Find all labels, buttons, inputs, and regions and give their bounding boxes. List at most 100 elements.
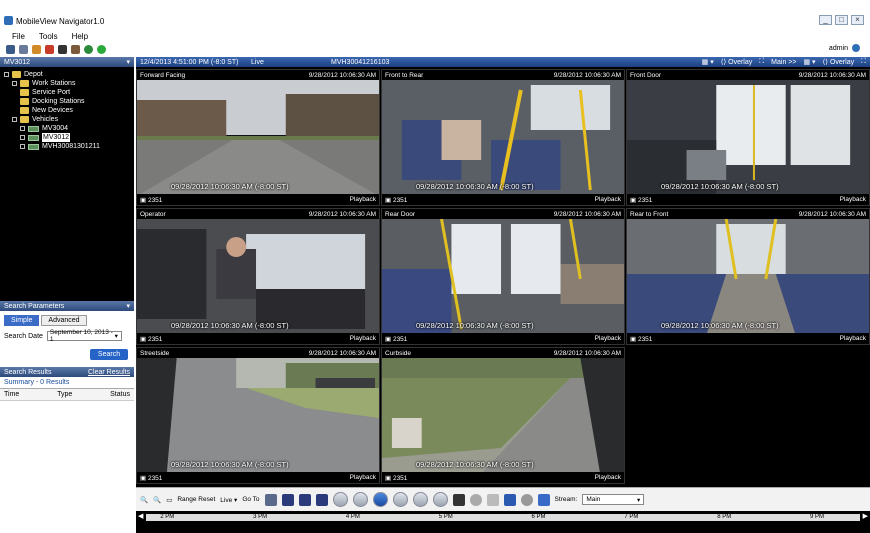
info-icon[interactable]: [520, 493, 533, 506]
settings-icon[interactable]: [469, 493, 482, 506]
camera-tile-forward-facing[interactable]: Forward Facing 9/28/2012 10:06:30 AM 09/2…: [136, 69, 380, 206]
tree-item-mv3012[interactable]: MV3012: [4, 133, 130, 142]
search-date-picker[interactable]: September 10, 2013 - 1 ▾: [46, 329, 122, 343]
expand-icon[interactable]: [20, 144, 25, 149]
tree-item-docking-stations[interactable]: Docking Stations: [4, 97, 130, 106]
play-button[interactable]: [392, 492, 408, 507]
menu-help[interactable]: Help: [72, 32, 88, 41]
connect-icon[interactable]: [84, 44, 93, 54]
bus-icon: [28, 143, 39, 150]
camera-tile-operator[interactable]: Operator 9/28/2012 10:06:30 AM 09/28/2012…: [136, 208, 380, 345]
tree-item-label: Docking Stations: [32, 98, 85, 105]
grid-icon[interactable]: ▦ ▾: [803, 58, 815, 66]
menu-tools[interactable]: Tools: [39, 32, 58, 41]
search-parameters-header[interactable]: Search Parameters ▾: [0, 301, 134, 311]
search-results-panel: Search Results Clear Results Summary - 0…: [0, 367, 134, 533]
camera-tile-header: Front to Rear 9/28/2012 10:06:30 AM: [382, 70, 624, 80]
zoom-in-icon[interactable]: 🔍: [140, 496, 148, 504]
audio-cam-icon[interactable]: [315, 493, 328, 506]
view-selector[interactable]: Main >>: [771, 59, 796, 66]
user-icon[interactable]: [852, 44, 860, 52]
column-time[interactable]: Time: [4, 391, 19, 398]
mute-icon[interactable]: [281, 493, 294, 506]
trash-icon[interactable]: [537, 493, 550, 506]
vehicle-selector[interactable]: MV3012 ▾: [0, 57, 134, 67]
fast-forward-button[interactable]: [412, 492, 428, 507]
mute-icon-2[interactable]: [298, 493, 311, 506]
column-type[interactable]: Type: [57, 391, 72, 398]
status-icon[interactable]: [97, 44, 106, 54]
folder-icon: [20, 116, 29, 123]
collapse-icon[interactable]: [12, 117, 17, 122]
overlay-toggle-2[interactable]: ⟨⟩ Overlay: [823, 58, 855, 66]
camera-tile-footer: ▣ 2351 Playback: [627, 333, 869, 344]
close-button[interactable]: ×: [851, 15, 864, 25]
playback-link[interactable]: Playback: [350, 196, 376, 203]
list-icon[interactable]: [19, 44, 28, 54]
minimize-button[interactable]: _: [819, 15, 832, 25]
shield-icon[interactable]: [503, 493, 516, 506]
recorder-id-value: 2351: [147, 335, 163, 343]
sync-icon[interactable]: [264, 493, 277, 506]
folder-icon[interactable]: [32, 44, 41, 54]
tree-item-work-stations[interactable]: Work Stations: [4, 79, 130, 88]
playback-link[interactable]: Playback: [350, 474, 376, 481]
tab-simple[interactable]: Simple: [4, 315, 40, 326]
camera-tile-front-to-rear[interactable]: Front to Rear 9/28/2012 10:06:30 AM 09/28…: [381, 69, 625, 206]
camera-tile-front-door[interactable]: Front Door 9/28/2012 10:06:30 AM 09/28/20…: [626, 69, 870, 206]
skip-start-button[interactable]: [332, 492, 348, 507]
overlay-toggle[interactable]: ⟨⟩ Overlay: [721, 58, 753, 66]
clear-results-link[interactable]: Clear Results: [88, 369, 130, 376]
camera-tile-streetside[interactable]: Streetside 9/28/2012 10:06:30 AM 09/28/20…: [136, 347, 380, 484]
save-icon[interactable]: [6, 44, 15, 54]
playback-link[interactable]: Playback: [595, 474, 621, 481]
timeline[interactable]: ◀ 2 PM 3 PM 4 PM 5 PM 6 PM 7 PM 8 PM 9 P…: [136, 511, 870, 533]
playback-link[interactable]: Playback: [840, 196, 866, 203]
tree-item-service-port[interactable]: Service Port: [4, 88, 130, 97]
tree-item-vehicles[interactable]: Vehicles: [4, 115, 130, 124]
live-dropdown[interactable]: Live ▾: [220, 496, 237, 504]
range-reset-button[interactable]: Range Reset: [177, 496, 215, 503]
search-button[interactable]: Search: [90, 349, 128, 360]
layout-icon[interactable]: ▦ ▾: [702, 58, 714, 66]
binoculars-icon[interactable]: [452, 493, 465, 506]
range-icon[interactable]: ▭: [166, 496, 172, 504]
camera-tile-rear-door[interactable]: Rear Door 9/28/2012 10:06:30 AM 09/28/201…: [381, 208, 625, 345]
stream-select[interactable]: Main ▾: [582, 494, 645, 505]
tree-item-new-devices[interactable]: New Devices: [4, 106, 130, 115]
rewind-button[interactable]: [352, 492, 368, 507]
playback-link[interactable]: Playback: [350, 335, 376, 342]
expand-icon[interactable]: [20, 135, 25, 140]
timeline-left-arrow[interactable]: ◀: [138, 512, 143, 520]
pause-button[interactable]: [372, 492, 388, 507]
fullscreen-icon[interactable]: ⛶: [759, 58, 764, 66]
menu-file[interactable]: File: [12, 32, 25, 41]
timeline-tick: 8 PM: [717, 514, 732, 520]
tree-item-label: Service Port: [32, 89, 71, 96]
timeline-right-arrow[interactable]: ▶: [863, 512, 868, 520]
alert-icon[interactable]: [45, 44, 54, 54]
expand-icon[interactable]: [12, 81, 17, 86]
fullscreen-icon-2[interactable]: ⛶: [861, 58, 866, 66]
tree-item-mvh30081301211[interactable]: MVH30081301211: [4, 142, 130, 151]
playback-link[interactable]: Playback: [595, 196, 621, 203]
goto-button[interactable]: Go To: [242, 496, 259, 503]
column-status[interactable]: Status: [110, 391, 130, 398]
tree-item-mv3004[interactable]: MV3004: [4, 124, 130, 133]
zoom-out-icon[interactable]: 🔍: [153, 496, 161, 504]
expand-icon[interactable]: [20, 126, 25, 131]
playback-link[interactable]: Playback: [840, 335, 866, 342]
skip-end-button[interactable]: [432, 492, 448, 507]
search-parameters-panel: Search Parameters ▾ Simple Advanced Sear…: [0, 301, 134, 367]
export-icon[interactable]: [486, 493, 499, 506]
camera-tile-rear-to-front[interactable]: Rear to Front 9/28/2012 10:06:30 AM 09/28…: [626, 208, 870, 345]
camera-tile-curbside[interactable]: Curbside 9/28/2012 10:06:30 AM 09/28/2012…: [381, 347, 625, 484]
collapse-icon[interactable]: [4, 72, 9, 77]
tree-item-depot[interactable]: Depot: [4, 70, 130, 79]
playback-link[interactable]: Playback: [595, 335, 621, 342]
tab-advanced[interactable]: Advanced: [41, 315, 87, 326]
camera-icon[interactable]: [58, 44, 67, 54]
chevron-down-icon: ▾: [114, 333, 118, 340]
maximize-button[interactable]: □: [835, 15, 848, 25]
tools-icon[interactable]: [71, 44, 80, 54]
